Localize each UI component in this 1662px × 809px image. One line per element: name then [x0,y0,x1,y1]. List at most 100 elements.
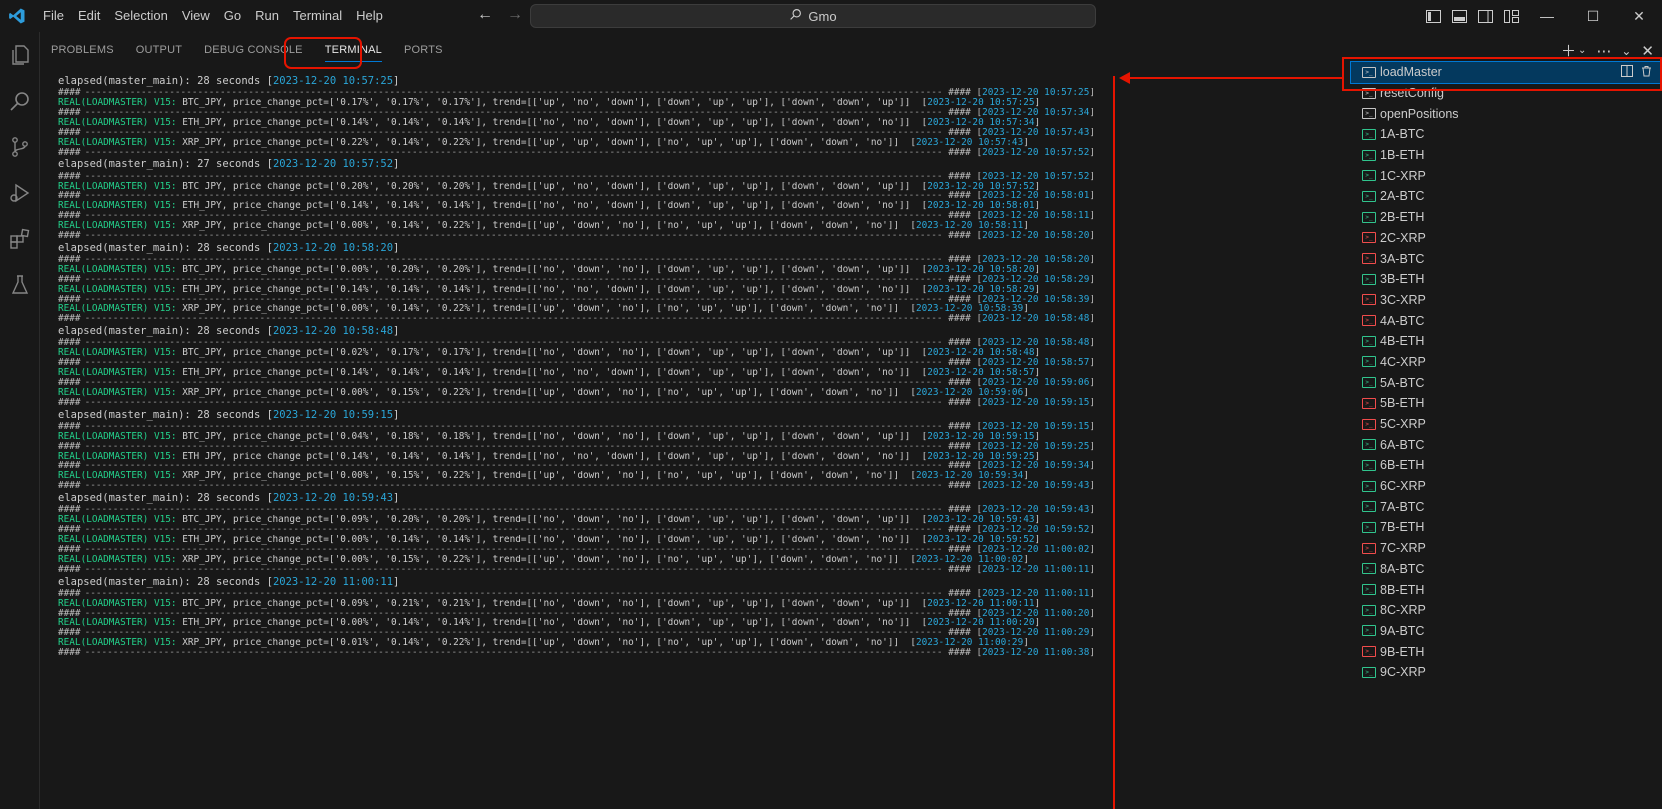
terminal-name: 1A-BTC [1380,127,1425,142]
terminal-list-item[interactable]: >_ 2B-ETH [1351,207,1662,228]
collapse-panel-icon[interactable]: ⌄ [1621,44,1631,58]
loadmaster-log-line: REAL(LOADMASTER) V15: XRP_JPY, price_cha… [58,137,1029,148]
toggle-secondary-sidebar-icon[interactable] [1477,9,1493,23]
menu-terminal[interactable]: Terminal [286,0,349,32]
menu-edit[interactable]: Edit [71,0,107,32]
terminal-list-item[interactable]: >_ 2A-BTC [1351,186,1662,207]
terminal-icon: >_ [1362,377,1376,389]
terminal-list-item[interactable]: >_ openPositions [1351,103,1662,124]
terminal-name: 5A-BTC [1380,375,1425,390]
terminal-list-item[interactable]: >_ 3A-BTC [1351,248,1662,269]
selected-terminal-highlight [1342,57,1662,91]
terminal-list-item[interactable]: >_ 9B-ETH [1351,641,1662,662]
terminal-name: 8C-XRP [1380,603,1426,618]
terminal-name: 8B-ETH [1380,582,1425,597]
tab-ports[interactable]: PORTS [393,32,454,68]
loadmaster-log-line: REAL(LOADMASTER) V15: BTC_JPY, price_cha… [58,431,1041,442]
chevron-down-icon[interactable]: ⌄ [1578,45,1586,56]
terminal-list-item[interactable]: >_ 1B-ETH [1351,145,1662,166]
testing-flask-icon[interactable] [0,262,40,308]
terminal-list-item[interactable]: >_ 6A-BTC [1351,434,1662,455]
back-arrow-icon[interactable]: ← [477,6,493,24]
terminal-name: 6B-ETH [1380,458,1425,473]
tab-output[interactable]: OUTPUT [125,32,193,68]
terminal-list-item[interactable]: >_ 5C-XRP [1351,414,1662,435]
terminal-icon: >_ [1362,273,1376,285]
menu-run[interactable]: Run [248,0,286,32]
terminal-list-item[interactable]: >_ 4C-XRP [1351,352,1662,373]
terminal-name: 9B-ETH [1380,644,1425,659]
tab-problems[interactable]: PROBLEMS [40,32,125,68]
toggle-panel-icon[interactable] [1451,9,1467,23]
separator-line: #### ------------------------------------… [58,608,1095,619]
loadmaster-log-line: REAL(LOADMASTER) V15: ETH_JPY, price_cha… [58,451,1041,462]
maximize-icon[interactable]: ☐ [1570,0,1616,32]
elapsed-line: elapsed(master_main): 28 seconds [2023-1… [58,492,400,505]
terminal-name: 9A-BTC [1380,623,1425,638]
terminal-list-item[interactable]: >_ 9A-BTC [1351,621,1662,642]
terminal-name: 6C-XRP [1380,479,1426,494]
loadmaster-log-line: REAL(LOADMASTER) V15: ETH_JPY, price_cha… [58,117,1041,128]
customize-layout-icon[interactable] [1503,9,1519,23]
close-window-icon[interactable]: ✕ [1616,0,1662,32]
loadmaster-log-line: REAL(LOADMASTER) V15: BTC_JPY, price_cha… [58,264,1041,275]
terminal-name: 2C-XRP [1380,230,1426,245]
terminal-list-item[interactable]: >_ 7B-ETH [1351,517,1662,538]
terminal-list-item[interactable]: >_ 8C-XRP [1351,600,1662,621]
terminal-list-item[interactable]: >_ 4A-BTC [1351,310,1662,331]
extensions-icon[interactable] [0,216,40,262]
terminal-icon: >_ [1362,315,1376,327]
separator-line: #### ------------------------------------… [58,171,1095,182]
terminal-name: 1C-XRP [1380,168,1426,183]
panel: PROBLEMS OUTPUT DEBUG CONSOLE TERMINAL P… [40,32,1662,809]
explorer-icon[interactable] [0,32,40,78]
terminal-list-item[interactable]: >_ 9C-XRP [1351,662,1662,683]
terminal-name: 4B-ETH [1380,334,1425,349]
loadmaster-log-line: REAL(LOADMASTER) V15: XRP_JPY, price_cha… [58,387,1029,398]
source-control-icon[interactable] [0,124,40,170]
terminal-list-item[interactable]: >_ 5B-ETH [1351,393,1662,414]
menu-file[interactable]: File [36,0,71,32]
terminal-name: 2B-ETH [1380,210,1425,225]
run-debug-icon[interactable] [0,170,40,216]
menu-selection[interactable]: Selection [107,0,174,32]
terminal-list-item[interactable]: >_ 2C-XRP [1351,228,1662,249]
terminal-name: 3B-ETH [1380,272,1425,287]
terminal-list-item[interactable]: >_ 7A-BTC [1351,496,1662,517]
terminal-list-item[interactable]: >_ 3C-XRP [1351,290,1662,311]
search-icon [789,8,802,24]
forward-arrow-icon[interactable]: → [507,6,523,24]
menu-help[interactable]: Help [349,0,390,32]
separator-line: #### ------------------------------------… [58,255,1095,265]
terminal-name: 4A-BTC [1380,313,1425,328]
terminal-list-item[interactable]: >_ 6B-ETH [1351,455,1662,476]
terminal-output[interactable]: elapsed(master_main): 28 seconds [2023-1… [58,74,1138,809]
command-center-search[interactable]: Gmo [530,4,1096,28]
terminal-list-item[interactable]: >_ 8A-BTC [1351,559,1662,580]
terminal-icon: >_ [1362,439,1376,451]
loadmaster-log-line: REAL(LOADMASTER) V15: ETH_JPY, price_cha… [58,201,1041,212]
toggle-primary-sidebar-icon[interactable] [1425,9,1441,23]
elapsed-line: elapsed(master_main): 28 seconds [2023-1… [58,325,400,338]
terminal-list-item[interactable]: >_ 6C-XRP [1351,476,1662,497]
terminal-list-item[interactable]: >_ 7C-XRP [1351,538,1662,559]
minimize-icon[interactable]: — [1524,0,1570,32]
separator-line: #### ------------------------------------… [58,127,1095,138]
terminal-icon: >_ [1362,646,1376,658]
separator-line: #### ------------------------------------… [58,88,1095,99]
separator-line: #### ------------------------------------… [58,274,1095,285]
loadmaster-log-line: REAL(LOADMASTER) V15: ETH_JPY, price_cha… [58,368,1041,379]
terminal-list-item[interactable]: >_ 3B-ETH [1351,269,1662,290]
terminal-list-item[interactable]: >_ 8B-ETH [1351,579,1662,600]
search-view-icon[interactable] [0,78,40,124]
terminal-list-item[interactable]: >_ 1A-BTC [1351,124,1662,145]
separator-line: #### ------------------------------------… [58,648,1095,658]
terminal-list-item[interactable]: >_ 5A-BTC [1351,372,1662,393]
separator-line: #### ------------------------------------… [58,211,1095,222]
menu-view[interactable]: View [175,0,217,32]
terminal-list-item[interactable]: >_ 4B-ETH [1351,331,1662,352]
title-bar: File Edit Selection View Go Run Terminal… [0,0,1662,32]
terminal-list-item[interactable]: >_ 1C-XRP [1351,165,1662,186]
menu-go[interactable]: Go [217,0,248,32]
terminal-icon: >_ [1362,563,1376,575]
